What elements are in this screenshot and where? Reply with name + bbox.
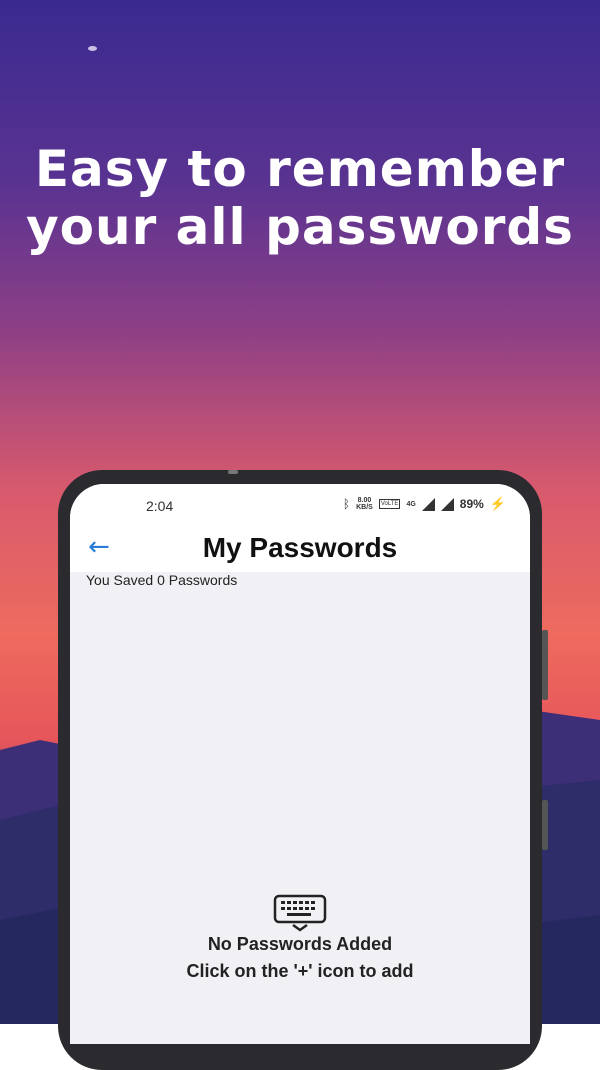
status-icons: ᛒ 8.00 KB/S VoLTE 4G 89% ⚡ <box>343 496 506 512</box>
empty-state-hint: Click on the '+' icon to add <box>186 961 414 981</box>
phone-screen: 2:04 ᛒ 8.00 KB/S VoLTE 4G 89% ⚡ ← My Pas… <box>70 484 530 1044</box>
signal-icon <box>421 497 435 511</box>
signal-icon <box>440 497 454 511</box>
star-dot <box>88 46 97 51</box>
status-time: 2:04 <box>146 498 174 514</box>
headline-line-1: Easy to remember <box>34 140 566 198</box>
charging-icon: ⚡ <box>489 496 506 511</box>
battery-percent: 89% <box>459 497 484 511</box>
headline-line-2: your all passwords <box>26 198 574 256</box>
keyboard-icon <box>273 894 327 932</box>
page-title: My Passwords <box>202 532 398 563</box>
volte-badge: VoLTE <box>378 499 401 509</box>
app-bar: ← My Passwords <box>70 526 530 572</box>
phone-side-button <box>542 800 548 850</box>
network-type: 4G <box>406 500 416 508</box>
saved-count-text: You Saved 0 Passwords <box>86 572 238 588</box>
phone-side-button <box>542 630 548 700</box>
phone-speaker <box>228 470 238 474</box>
bluetooth-icon: ᛒ <box>342 497 351 511</box>
status-bar: 2:04 ᛒ 8.00 KB/S VoLTE 4G 89% ⚡ <box>70 484 530 526</box>
net-speed: 8.00 KB/S <box>356 497 373 511</box>
promo-headline: Easy to remember your all passwords <box>0 140 600 256</box>
empty-state-title: No Passwords Added <box>207 934 393 954</box>
